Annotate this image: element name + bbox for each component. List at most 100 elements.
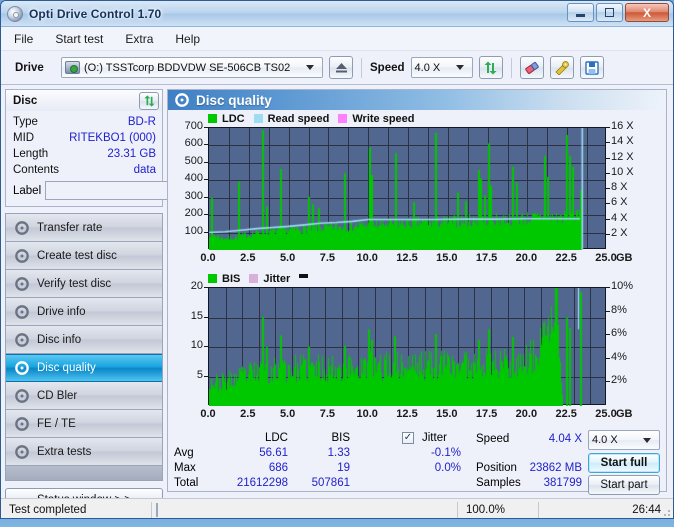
stats-total-bis: 507861 [311,477,350,489]
sidebar-item-disc-quality[interactable]: Disc quality [6,354,162,382]
legend-marker-icon [299,273,309,278]
stats-max-ldc: 686 [268,462,288,474]
sidebar-item-extra-tests[interactable]: Extra tests [6,438,162,466]
disc-row-key: Length [13,148,49,160]
disc-label-key: Label [13,184,42,197]
sidebar-item-drive-info[interactable]: Drive info [6,298,162,326]
disc-icon [15,444,29,459]
ldc-chart-xtick: 22.5 [555,252,577,264]
maximize-button[interactable] [596,3,623,22]
checkbox-box[interactable]: ✓ [402,432,414,444]
save-icon [584,60,599,75]
disc-row-contents: Contents data [13,162,156,178]
bis-chart-xtick: 20.0 [515,408,538,420]
menu-item-help[interactable]: Help [172,30,203,48]
ldc-chart-xtick: 2.5 [240,252,256,264]
start-full-button[interactable]: Start full [588,453,660,473]
eraser-button[interactable] [519,56,544,79]
stats-row-label-max: Max [174,462,196,474]
ldc-chart-legend: LDC Read speed Write speed [168,110,666,125]
test-speed-select[interactable]: 4.0 X [588,430,660,450]
menu-item-extra[interactable]: Extra [122,30,156,48]
bis-chart-xtick: 2.5 [240,408,256,420]
speed-select-value: 4.0 X [414,61,441,74]
ldc-chart-plot-area [208,127,607,250]
sidebar-item-disc-info[interactable]: Disc info [6,326,162,354]
legend-label-write-speed: Write speed [352,112,415,125]
speed-select[interactable]: 4.0 X [410,57,473,78]
navigation-list: Transfer rate Create test disc Verify te… [5,213,163,481]
legend-swatch-write-speed [338,114,348,123]
stats-row-label-avg: Avg [174,447,194,459]
disc-icon [175,93,189,107]
tools-button[interactable] [549,56,574,79]
speed-label: Speed [370,61,405,74]
stats-avg-jitter: -0.1% [430,447,461,459]
progress-bar-cell [152,502,457,517]
legend-label-read-speed: Read speed [267,112,330,125]
window-title: Opti Drive Control 1.70 [29,6,162,21]
position-stat-value: 23862 MB [529,462,582,474]
chevron-down-icon [643,437,651,443]
drive-select[interactable]: (O:) TSSTcorp BDDVDW SE-506CB TS02 [61,57,323,78]
progress-percent: 100.0% [466,503,506,516]
minimize-button[interactable] [567,3,594,22]
stats-header-ldc: LDC [264,432,288,444]
bis-chart-xaxis-label: GB [616,408,633,420]
resize-grip[interactable] [660,506,672,518]
disc-icon [15,220,29,235]
stats-row-label-total: Total [174,477,199,489]
bis-chart-xtick: 22.5 [555,408,577,420]
stats-avg-bis: 1.33 [327,447,350,459]
stats-header-bis: BIS [331,432,350,444]
ldc-chart-xtick: 7.5 [319,252,336,264]
disc-icon [15,388,29,403]
bis-chart: 5 10 15 20 2% 4% 6% 8% 10% 0.0 2.5 5.0 7.5 10.0 12.5 15… [168,280,666,425]
chevron-down-icon [306,65,314,70]
sidebar-item-label: Create test disc [37,249,117,262]
ldc-chart-y2tick: 2 X [611,226,628,239]
bis-chart-ytick: 5 [196,368,203,381]
sidebar-item-label: CD Bler [37,389,78,402]
speed-stat-value: 4.04 X [548,433,582,445]
sidebar-item-label: Disc quality [37,362,96,374]
close-button[interactable]: X [625,3,669,22]
bis-chart-xtick: 10.0 [356,408,378,420]
left-sidebar: Disc Type BD-R MID RITEKBO1 (000) Length… [5,89,250,511]
ldc-chart-xtick: 17.5 [475,252,498,264]
speed-stat-label: Speed [476,433,510,445]
sidebar-item-fe-te[interactable]: FE / TE [6,410,162,438]
sidebar-item-transfer-rate[interactable]: Transfer rate [6,214,162,242]
chevron-down-icon [455,65,464,70]
start-part-button[interactable]: Start part [588,475,660,495]
eject-button[interactable] [329,56,353,79]
menu-item-start-test[interactable]: Start test [52,30,106,48]
status-bar: Test completed 100.0% 26:44 [1,498,673,518]
disc-panel-header: Disc [5,89,163,111]
ldc-chart-y2tick: 4 X [611,211,628,224]
navigation-filler [6,466,162,480]
ldc-chart-y2tick: 6 X [611,196,628,209]
drive-select-value: (O:) TSSTcorp BDDVDW SE-506CB TS02 [84,61,291,74]
bis-chart-y2tick: 2% [611,374,627,387]
disc-refresh-button[interactable] [139,91,159,110]
sidebar-item-create-test-disc[interactable]: Create test disc [6,242,162,270]
disc-quality-panel: Disc quality LDC Read speed Write speed … [167,89,667,495]
refresh-button[interactable] [478,56,503,79]
refresh-icon [143,94,155,107]
sidebar-item-label: Extra tests [37,445,92,458]
jitter-checkbox[interactable]: ✓ [402,431,414,444]
sidebar-item-verify-test-disc[interactable]: Verify test disc [6,270,162,298]
bis-chart-y2tick: 4% [611,350,627,363]
menu-item-file[interactable]: File [11,30,36,48]
stats-total-ldc: 21612298 [236,477,288,489]
sidebar-item-label: Disc info [37,333,82,346]
sidebar-item-cd-bler[interactable]: CD Bler [6,382,162,410]
disc-panel-body: Type BD-R MID RITEKBO1 (000) Length 23.3… [5,111,250,207]
bis-chart-xtick: 0.0 [200,408,216,420]
ldc-chart-ytick: 500 [184,154,203,167]
disc-row-value: 23.31 GB [107,148,156,160]
save-button[interactable] [579,56,604,79]
legend-swatch-jitter [249,274,259,283]
legend-swatch-read-speed [253,114,263,123]
